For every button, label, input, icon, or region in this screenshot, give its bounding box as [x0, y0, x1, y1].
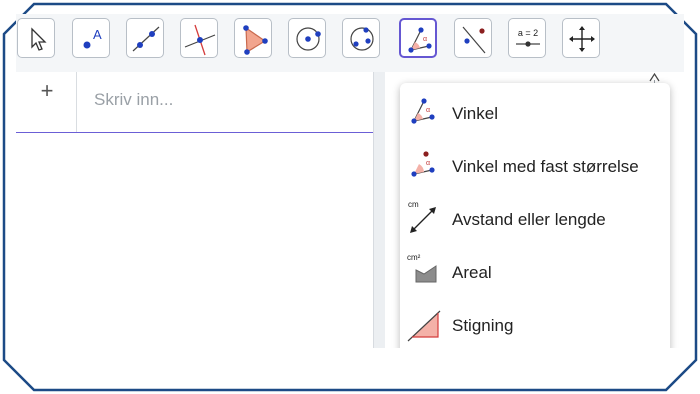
menu-item-angle[interactable]: α Vinkel	[400, 87, 670, 139]
point-tool-label: A	[93, 27, 102, 42]
line-icon	[132, 26, 160, 52]
cursor-arrow-icon	[31, 27, 47, 51]
distance-icon-unit: cm	[408, 200, 419, 209]
reflect-line-icon	[462, 26, 486, 54]
circle-center-icon	[296, 27, 321, 51]
circle-three-points-icon	[350, 27, 374, 51]
polygon-tool-button[interactable]	[234, 18, 272, 58]
point-icon: A	[83, 27, 102, 49]
menu-item-label: Areal	[452, 263, 492, 282]
add-item-button[interactable]: +	[34, 78, 60, 104]
svg-text:α: α	[426, 160, 430, 167]
angle-tool-button[interactable]: α	[399, 18, 437, 58]
circle-three-points-tool-button[interactable]	[342, 18, 380, 58]
menu-item-label: Vinkel	[452, 104, 498, 123]
line-tool-button[interactable]	[126, 18, 164, 58]
slope-icon	[407, 310, 441, 342]
slider-tool-button[interactable]: a = 2	[508, 18, 546, 58]
algebra-input[interactable]: Skriv inn...	[94, 90, 173, 110]
algebra-view: + Skriv inn...	[16, 72, 373, 348]
polygon-icon	[243, 25, 268, 55]
slider-icon: a = 2	[516, 28, 540, 47]
slider-tool-label: a = 2	[518, 28, 538, 38]
menu-item-angle-fixed-size[interactable]: α Vinkel med fast størrelse	[400, 140, 670, 192]
circle-center-point-tool-button[interactable]	[288, 18, 326, 58]
reflect-about-line-tool-button[interactable]	[454, 18, 492, 58]
menu-item-distance[interactable]: cm Avstand eller lengde	[400, 193, 670, 245]
angle-icon: α	[408, 27, 432, 53]
area-icon-unit: cm²	[407, 253, 421, 262]
svg-text:α: α	[426, 107, 430, 114]
point-tool-button[interactable]: A	[72, 18, 110, 58]
menu-item-label: Stigning	[452, 316, 514, 335]
angle-fixed-size-icon: α	[411, 151, 435, 177]
angle-tools-menu: α Vinkel α Vinkel med fast størrelse cm	[400, 83, 670, 348]
menu-item-slope[interactable]: Stigning	[400, 299, 670, 348]
area-icon: cm²	[407, 253, 437, 283]
angle-icon: α	[411, 98, 435, 124]
move-graphics-view-tool-button[interactable]	[562, 18, 600, 58]
toolbar: A α a = 2	[16, 14, 684, 72]
move-arrows-icon	[569, 26, 595, 52]
distance-icon: cm	[408, 200, 436, 233]
perpendicular-line-icon	[184, 24, 216, 56]
input-separator	[76, 72, 77, 132]
input-underline	[16, 132, 373, 133]
angle-tool-alpha: α	[423, 36, 427, 43]
view-divider[interactable]	[373, 72, 385, 348]
geogebra-app: A α a = 2 + Skriv inn... α Vinkel α Vink…	[16, 14, 684, 348]
move-tool-button[interactable]	[17, 18, 55, 58]
menu-item-label: Avstand eller lengde	[452, 210, 606, 229]
perpendicular-line-tool-button[interactable]	[180, 18, 218, 58]
menu-item-area[interactable]: cm² Areal	[400, 246, 670, 298]
menu-item-label: Vinkel med fast størrelse	[452, 157, 639, 176]
